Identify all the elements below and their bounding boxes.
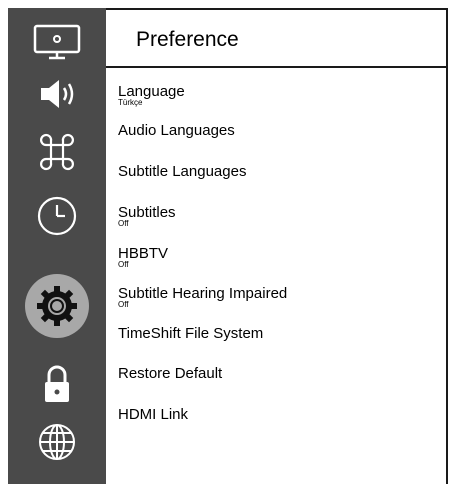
menu-item-label: Language [118, 83, 185, 100]
menu-item-label: Subtitles [118, 204, 176, 221]
gear-icon [37, 286, 77, 326]
sidebar-item-settings[interactable] [8, 274, 106, 338]
menu-item-value: Off [118, 300, 129, 309]
clock-icon [37, 196, 77, 236]
menu-item-label: Subtitle Languages [118, 163, 247, 180]
menu-item-label: HBBTV [118, 245, 169, 262]
selected-highlight [25, 274, 89, 338]
menu-item-hdmi-link[interactable]: HDMI Link [118, 407, 438, 423]
sidebar-item-command[interactable] [8, 126, 106, 178]
right-border [446, 8, 448, 484]
menu-item-subtitles[interactable]: Subtitles Off [118, 205, 438, 228]
settings-screen: Preference Language Türkçe Audio Languag… [0, 0, 456, 484]
menu-item-subtitle-hearing-impaired[interactable]: Subtitle Hearing Impaired Off [118, 286, 438, 309]
menu-item-audio-languages[interactable]: Audio Languages [118, 123, 438, 139]
sidebar-item-sound[interactable] [8, 68, 106, 120]
lock-icon [45, 365, 69, 402]
menu-item-timeshift-file-system[interactable]: TimeShift File System [118, 326, 438, 342]
sidebar-item-timer[interactable] [8, 190, 106, 242]
tv-settings-icon [33, 24, 81, 60]
command-icon [40, 133, 74, 171]
globe-icon [39, 424, 75, 460]
menu-item-label: HDMI Link [118, 406, 189, 423]
menu-item-value: Türkçe [118, 98, 143, 107]
speaker-icon [41, 80, 74, 108]
sidebar-item-parental[interactable] [8, 358, 106, 410]
sidebar [8, 8, 106, 484]
sidebar-item-network[interactable] [8, 416, 106, 468]
menu-item-label: Audio Languages [118, 122, 235, 139]
menu-item-restore-default[interactable]: Restore Default [118, 366, 438, 382]
page-title: Preference [136, 28, 239, 51]
menu-item-subtitle-languages[interactable]: Subtitle Languages [118, 164, 438, 180]
sidebar-item-tv[interactable] [8, 16, 106, 68]
menu-item-label: TimeShift File System [118, 325, 264, 342]
menu-item-label: Subtitle Hearing Impaired [118, 285, 288, 302]
menu-item-hbbtv[interactable]: HBBTV Off [118, 246, 438, 269]
menu-item-value: Off [118, 260, 129, 269]
menu-item-label: Restore Default [118, 365, 223, 382]
menu-item-value: Off [118, 219, 129, 228]
page-header: Preference [106, 10, 448, 68]
menu-item-language[interactable]: Language Türkçe [118, 84, 438, 107]
